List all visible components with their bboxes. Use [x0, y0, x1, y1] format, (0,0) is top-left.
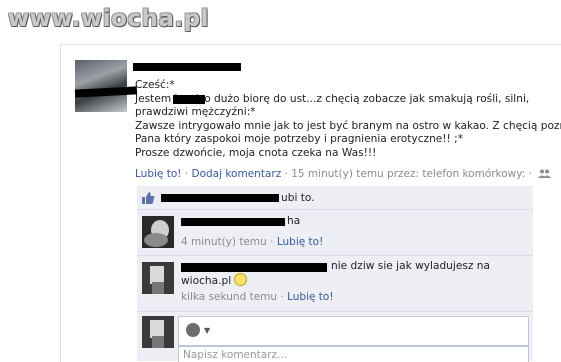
comment-meta: kilka sekund temu · Lubię to! — [181, 291, 334, 303]
author-name-redacted[interactable] — [133, 63, 241, 71]
separator: · — [528, 168, 532, 180]
comment-text: ha — [287, 215, 301, 227]
comment-text-line2: wiocha.pl — [181, 273, 248, 288]
friends-icon — [538, 169, 552, 178]
smiley-icon — [234, 273, 248, 286]
current-user-avatar — [142, 316, 174, 348]
comment-text: nie dziw sie jak wyladujesz na — [331, 260, 491, 272]
comment-like-link[interactable]: Lubię to! — [277, 236, 323, 248]
post-timestamp: 15 minut(y) temu przez: telefon komórkow… — [291, 168, 526, 180]
author-avatar[interactable] — [75, 60, 127, 112]
commenter-name-redacted[interactable] — [181, 218, 285, 226]
post-line: Pana który zaspokoi moje potrzeby i prag… — [135, 133, 464, 145]
separator: · — [184, 168, 189, 180]
commenter-name-redacted[interactable] — [181, 263, 327, 272]
post-line: Zawsze intrygowało mnie jak to jest być … — [135, 119, 561, 132]
post-line: Cześć:* — [135, 79, 175, 91]
chevron-down-icon[interactable]: ▼ — [204, 326, 210, 335]
comment-composer-toolbar: ▼ — [178, 316, 529, 346]
comment-time: 4 minut(y) temu — [181, 236, 267, 248]
comment-item: ha 4 minut(y) temu · Lubię to! — [137, 210, 533, 256]
separator: · — [280, 291, 284, 303]
like-link[interactable]: Lubię to! — [135, 168, 181, 180]
comment-text: wiocha.pl — [181, 275, 232, 287]
watermark-banner: www.wiocha.pl — [0, 0, 561, 38]
emoji-icon[interactable] — [186, 323, 200, 337]
name-redacted-in-text — [173, 95, 205, 104]
post-line: Prosze dzwońcie, moja cnota czeka na Was… — [135, 146, 377, 159]
thumbs-up-icon — [142, 192, 155, 204]
comment-item: nie dziw sie jak wyladujesz na wiocha.pl… — [137, 256, 533, 312]
commenter-avatar[interactable] — [142, 262, 174, 294]
commenter-avatar[interactable] — [142, 216, 174, 248]
likers-redacted[interactable] — [161, 194, 279, 202]
comment-placeholder: Napisz komentarz... — [183, 349, 288, 361]
separator: · — [270, 236, 274, 248]
watermark-text: www.wiocha.pl — [8, 6, 210, 32]
post-meta: Lubię to! · Dodaj komentarz · 15 minut(y… — [135, 168, 552, 180]
add-comment-link[interactable]: Dodaj komentarz — [191, 168, 281, 180]
post-line: prawdziwi mężczyźni:* — [135, 106, 256, 118]
post-message: Cześć:* Jestem bardzo dużo biorę do ust.… — [135, 79, 561, 160]
comment-input[interactable]: Napisz komentarz... — [178, 346, 529, 362]
comment-time: kilka sekund temu — [181, 291, 278, 303]
likes-row: ubi to. — [137, 186, 533, 210]
comment-like-link[interactable]: Lubię to! — [287, 291, 333, 303]
comment-meta: 4 minut(y) temu · Lubię to! — [181, 236, 323, 248]
separator: · — [284, 168, 288, 180]
likes-text: ubi to. — [281, 192, 315, 204]
comments-section: ubi to. ha 4 minut(y) temu · Lubię to! n… — [137, 186, 533, 362]
